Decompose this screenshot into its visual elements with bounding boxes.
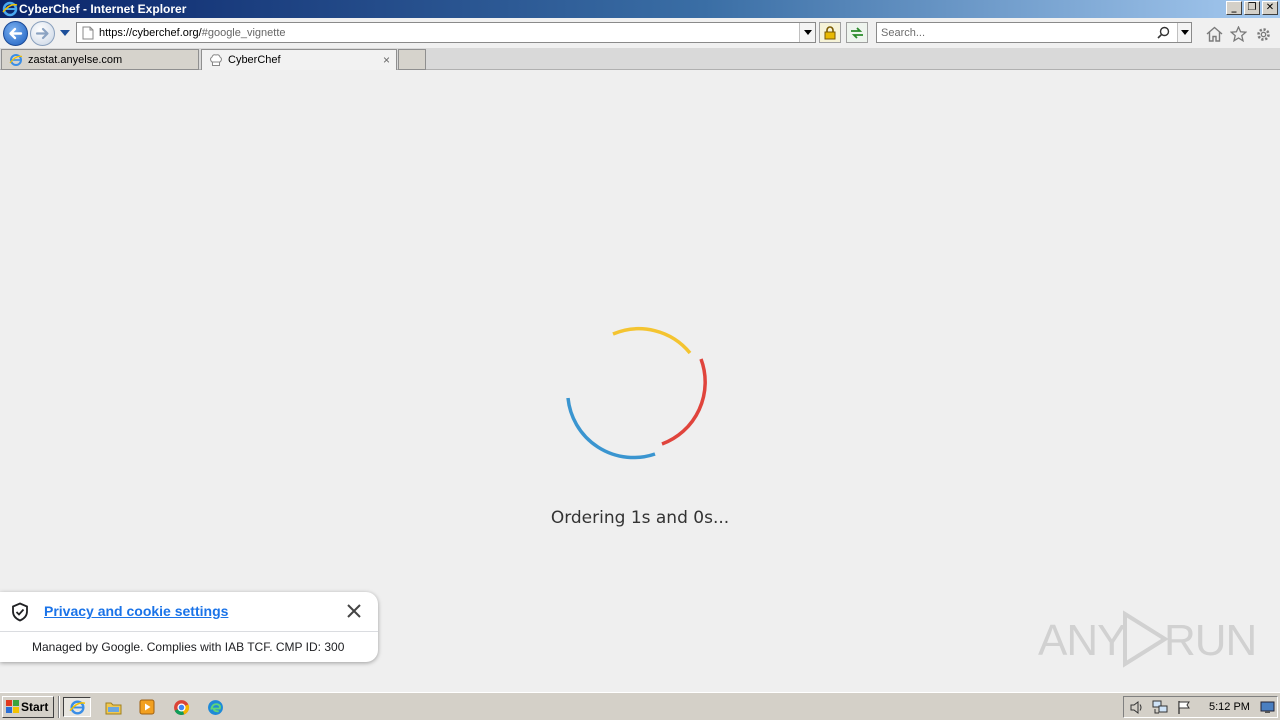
chevron-down-icon — [1180, 30, 1189, 35]
spinner-arc-blue — [566, 397, 656, 460]
divider — [0, 631, 378, 632]
system-tray: 5:12 PM — [1123, 696, 1278, 718]
watermark-text-left: ANY — [1038, 616, 1126, 665]
close-icon[interactable] — [345, 602, 363, 620]
start-label: Start — [21, 700, 49, 714]
action-center-flag-icon[interactable] — [1177, 700, 1192, 715]
page-content: Ordering 1s and 0s... Privacy and cookie… — [0, 70, 1280, 692]
edge-icon — [207, 699, 223, 715]
start-button[interactable]: Start — [2, 696, 54, 718]
taskbar-chrome-button[interactable] — [170, 697, 192, 717]
favorites-star-icon[interactable] — [1230, 26, 1247, 42]
navigation-bar: https://cyberchef.org/#google_vignette — [0, 18, 1280, 48]
restore-button[interactable]: ❐ — [1244, 1, 1260, 15]
forward-button[interactable] — [30, 21, 55, 46]
tab-zastat[interactable]: zastat.anyelse.com — [1, 49, 199, 70]
search-input[interactable] — [881, 25, 1151, 40]
ie-page-icon — [9, 54, 23, 66]
address-bar[interactable]: https://cyberchef.org/#google_vignette — [76, 22, 816, 43]
close-window-button[interactable]: ✕ — [1262, 1, 1278, 15]
new-tab-button[interactable] — [398, 49, 426, 70]
show-desktop-icon[interactable] — [1260, 701, 1275, 714]
refresh-icon — [851, 26, 863, 39]
media-player-icon — [139, 699, 155, 715]
privacy-settings-link[interactable]: Privacy and cookie settings — [44, 603, 228, 619]
taskbar-media-player-button[interactable] — [136, 697, 158, 717]
spinner-arc-yellow — [612, 326, 692, 355]
back-button[interactable] — [3, 21, 28, 46]
managed-by-text: Managed by Google. Complies with IAB TCF… — [32, 640, 345, 654]
windows-logo-icon — [6, 700, 19, 713]
home-icon[interactable] — [1206, 26, 1223, 42]
lock-icon — [824, 25, 836, 39]
minimize-button[interactable]: _ — [1226, 1, 1242, 15]
taskbar: Start 5:12 PM — [0, 692, 1280, 720]
shield-check-icon — [12, 602, 28, 622]
gear-icon[interactable] — [1255, 26, 1272, 43]
spinner-arc-red — [661, 358, 707, 446]
window-title: CyberChef - Internet Explorer — [19, 2, 187, 16]
close-tab-icon[interactable]: × — [383, 53, 390, 67]
internet-explorer-icon — [68, 699, 85, 715]
loading-spinner — [566, 326, 707, 460]
network-icon[interactable] — [1152, 700, 1169, 715]
tab-bar: zastat.anyelse.com CyberChef × — [0, 48, 1280, 70]
window-controls: _ ❐ ✕ — [1226, 1, 1278, 15]
folder-icon — [105, 702, 121, 714]
play-logo-icon — [1123, 610, 1169, 668]
tab-label: CyberChef — [228, 54, 281, 66]
page-icon — [82, 26, 94, 40]
taskbar-ie-button[interactable] — [63, 697, 91, 717]
url-fragment: #google_vignette — [201, 27, 286, 39]
tab-cyberchef[interactable]: CyberChef × — [201, 49, 397, 70]
chevron-down-icon — [803, 30, 812, 35]
clock[interactable]: 5:12 PM — [1209, 701, 1250, 713]
title-bar: CyberChef - Internet Explorer _ ❐ ✕ — [0, 0, 1280, 18]
history-dropdown-icon[interactable] — [60, 30, 70, 36]
anyrun-watermark: ANY RUN — [1038, 606, 1257, 670]
search-box[interactable] — [876, 22, 1192, 43]
chrome-icon — [173, 699, 189, 715]
privacy-banner: Privacy and cookie settings Managed by G… — [0, 592, 378, 662]
back-arrow-icon — [9, 27, 23, 40]
tab-label: zastat.anyelse.com — [28, 54, 123, 66]
volume-icon[interactable] — [1129, 700, 1145, 715]
address-dropdown-button[interactable] — [799, 23, 815, 42]
taskbar-explorer-button[interactable] — [102, 697, 124, 717]
search-icon[interactable] — [1157, 26, 1170, 39]
url-text[interactable]: https://cyberchef.org/#google_vignette — [99, 27, 286, 39]
search-dropdown-button[interactable] — [1177, 23, 1191, 42]
url-main: https://cyberchef.org/ — [99, 27, 202, 39]
ie-logo-icon — [2, 1, 18, 17]
forward-arrow-icon — [35, 27, 49, 40]
chef-hat-icon — [210, 54, 222, 66]
taskbar-edge-button[interactable] — [204, 697, 226, 717]
taskbar-separator — [58, 696, 60, 718]
watermark-text-right: RUN — [1164, 616, 1257, 665]
security-lock-button[interactable] — [819, 22, 841, 43]
loading-message: Ordering 1s and 0s... — [550, 508, 730, 528]
refresh-button[interactable] — [846, 22, 868, 43]
